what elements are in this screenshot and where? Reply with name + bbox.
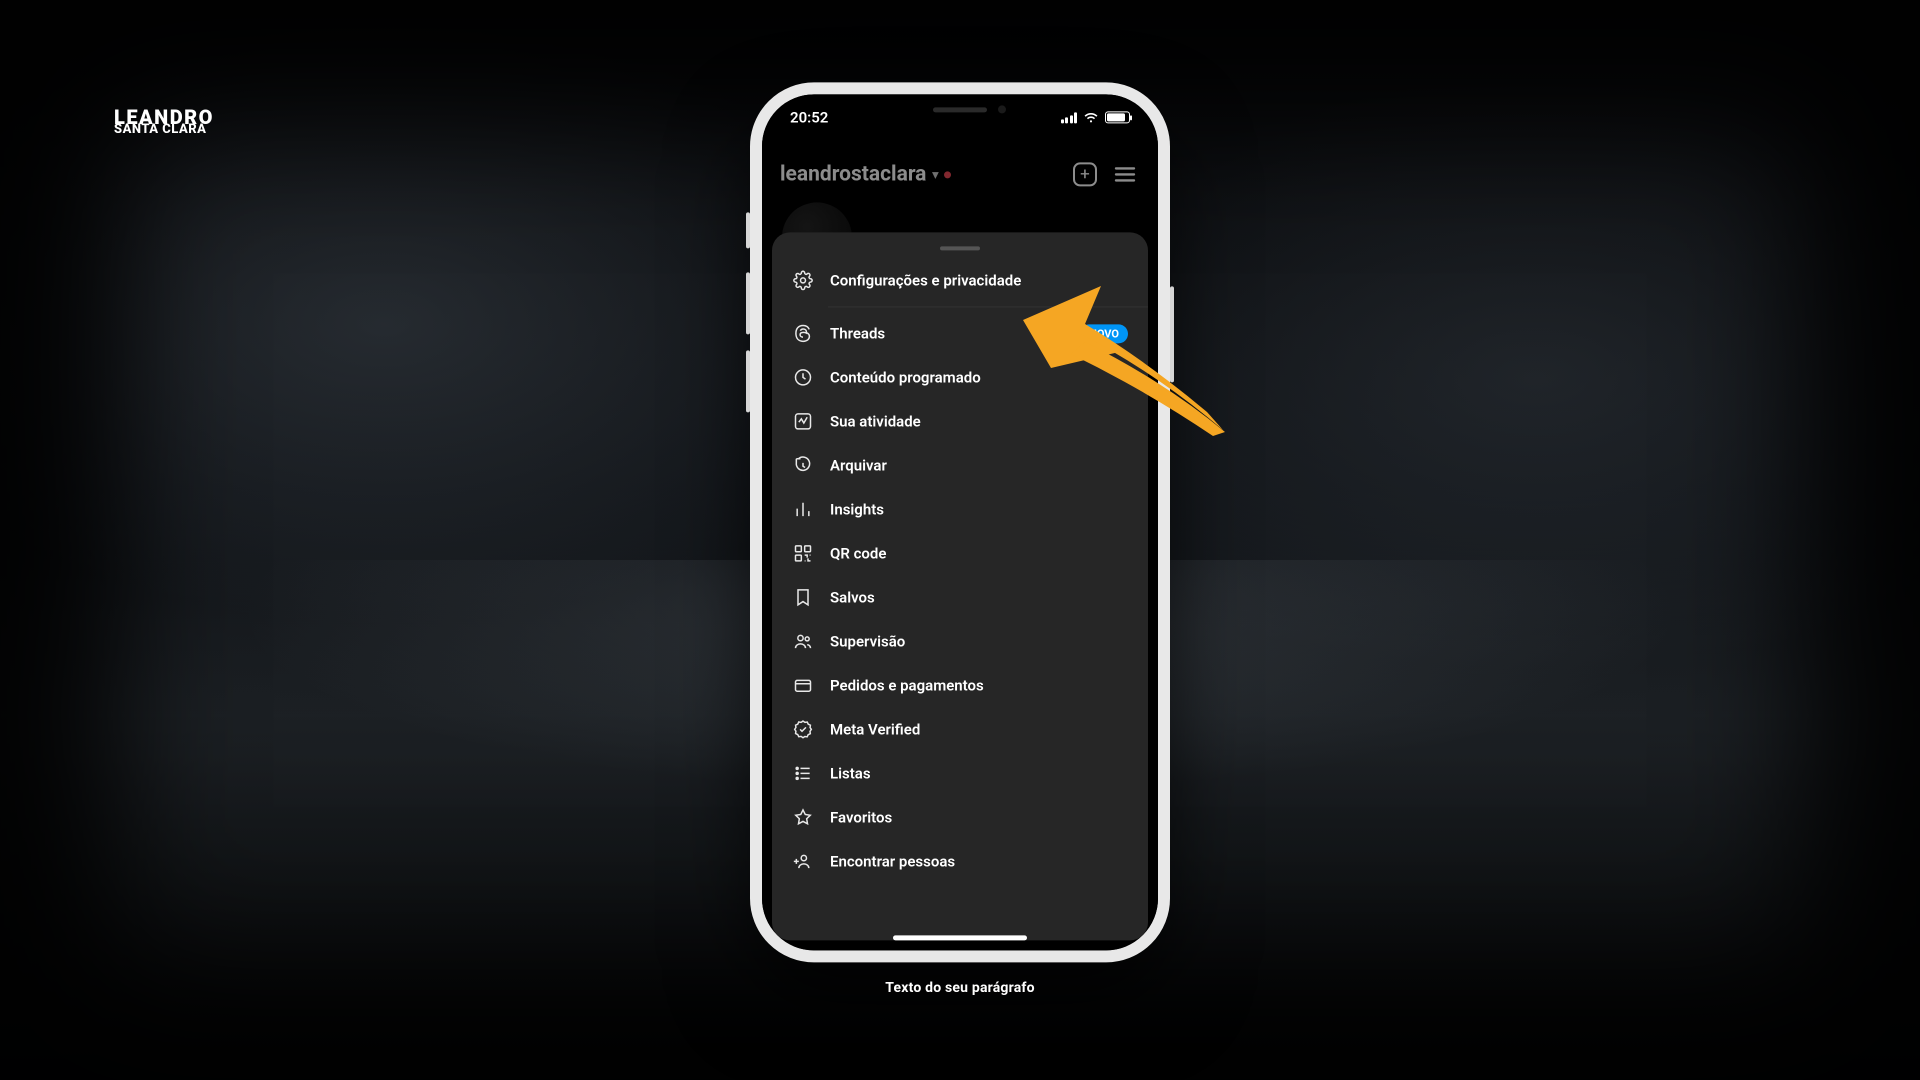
- add-person-icon: [792, 850, 814, 872]
- menu-item-label: Configurações e privacidade: [830, 271, 1021, 289]
- battery-icon: [1105, 111, 1130, 123]
- phone-side-button: [746, 350, 750, 412]
- people-icon: [792, 630, 814, 652]
- menu-item-label: Meta Verified: [830, 720, 920, 738]
- new-badge: NOVO: [1080, 324, 1128, 343]
- clock-icon: [792, 366, 814, 388]
- separator: [828, 306, 1148, 307]
- chevron-down-icon: ▾: [932, 167, 938, 181]
- phone-side-button: [1170, 286, 1174, 382]
- threads-icon: [792, 322, 814, 344]
- menu-item-label: Threads: [830, 324, 885, 342]
- menu-item-label: Salvos: [830, 588, 875, 606]
- menu-item-lists[interactable]: Listas: [772, 751, 1148, 795]
- menu-item-find-people[interactable]: Encontrar pessoas: [772, 839, 1148, 883]
- phone-mockup: 20:52 leandrostaclara ▾ +: [750, 82, 1170, 962]
- brand-logo: LEANDRO santa clara: [114, 108, 214, 136]
- status-time: 20:52: [790, 108, 828, 126]
- wifi-icon: [1083, 111, 1099, 123]
- list-icon: [792, 762, 814, 784]
- menu-item-label: Encontrar pessoas: [830, 852, 955, 870]
- menu-item-label: Insights: [830, 500, 884, 518]
- front-camera: [998, 105, 1006, 113]
- menu-item-orders-payments[interactable]: Pedidos e pagamentos: [772, 663, 1148, 707]
- menu-item-activity[interactable]: Sua atividade: [772, 399, 1148, 443]
- insights-icon: [792, 498, 814, 520]
- speaker-grill: [933, 107, 987, 112]
- menu-item-label: Listas: [830, 764, 871, 782]
- card-icon: [792, 674, 814, 696]
- menu-item-supervision[interactable]: Supervisão: [772, 619, 1148, 663]
- menu-item-meta-verified[interactable]: Meta Verified: [772, 707, 1148, 751]
- qr-icon: [792, 542, 814, 564]
- home-indicator[interactable]: [893, 935, 1027, 940]
- archive-icon: [792, 454, 814, 476]
- menu-item-insights[interactable]: Insights: [772, 487, 1148, 531]
- menu-item-label: Arquivar: [830, 456, 887, 474]
- phone-side-button: [746, 212, 750, 248]
- phone-screen: 20:52 leandrostaclara ▾ +: [762, 94, 1158, 950]
- plus-icon: +: [1073, 162, 1097, 186]
- activity-icon: [792, 410, 814, 432]
- menu-item-qrcode[interactable]: QR code: [772, 531, 1148, 575]
- menu-item-saved[interactable]: Salvos: [772, 575, 1148, 619]
- menu-item-scheduled[interactable]: Conteúdo programado: [772, 355, 1148, 399]
- menu-item-label: Supervisão: [830, 632, 905, 650]
- menu-button[interactable]: [1110, 159, 1140, 189]
- username-text: leandrostaclara: [780, 162, 926, 186]
- menu-item-label: Sua atividade: [830, 412, 921, 430]
- menu-item-settings-privacy[interactable]: Configurações e privacidade: [772, 258, 1148, 302]
- create-button[interactable]: +: [1070, 159, 1100, 189]
- star-icon: [792, 806, 814, 828]
- brand-line2: santa clara: [114, 124, 214, 136]
- app-header: leandrostaclara ▾ +: [762, 148, 1158, 200]
- slide-caption: Texto do seu parágrafo: [885, 980, 1034, 996]
- signal-icon: [1061, 112, 1078, 123]
- menu-item-archive[interactable]: Arquivar: [772, 443, 1148, 487]
- bookmark-icon: [792, 586, 814, 608]
- settings-sheet: Configurações e privacidade Threads NOVO…: [772, 232, 1148, 940]
- phone-notch: [870, 94, 1050, 124]
- menu-item-favorites[interactable]: Favoritos: [772, 795, 1148, 839]
- menu-item-label: QR code: [830, 544, 886, 562]
- hamburger-icon: [1113, 162, 1137, 186]
- verified-icon: [792, 718, 814, 740]
- settings-menu: Configurações e privacidade Threads NOVO…: [772, 258, 1148, 883]
- gear-icon: [792, 269, 814, 291]
- sheet-grabber[interactable]: [940, 246, 980, 250]
- menu-item-label: Favoritos: [830, 808, 892, 826]
- phone-side-button: [746, 272, 750, 334]
- username-dropdown[interactable]: leandrostaclara ▾: [780, 162, 951, 186]
- menu-item-label: Conteúdo programado: [830, 368, 981, 386]
- notification-dot: [944, 171, 951, 178]
- menu-item-threads[interactable]: Threads NOVO: [772, 311, 1148, 355]
- menu-item-label: Pedidos e pagamentos: [830, 676, 984, 694]
